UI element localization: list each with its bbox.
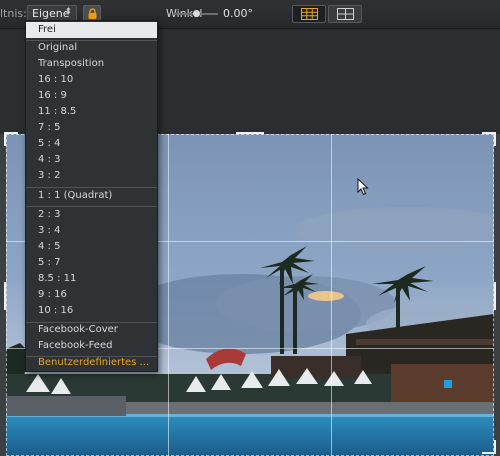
lock-icon <box>88 8 97 19</box>
menu-item-3-4[interactable]: 3 : 4 <box>26 223 157 239</box>
menu-item-frei[interactable]: Frei <box>26 22 157 38</box>
menu-item-16-9[interactable]: 16 : 9 <box>26 88 157 104</box>
menu-item-11-8-5[interactable]: 11 : 8.5 <box>26 104 157 120</box>
angle-slider-knob[interactable] <box>193 10 200 17</box>
crop-handle-tl-v[interactable] <box>4 132 6 146</box>
crop-handle-left[interactable] <box>4 282 6 310</box>
menu-item-8-5-11[interactable]: 8.5 : 11 <box>26 271 157 287</box>
menu-item-9-16[interactable]: 9 : 16 <box>26 287 157 303</box>
crop-handle-right[interactable] <box>494 282 496 310</box>
menu-item-5-4[interactable]: 5 : 4 <box>26 136 157 152</box>
aspect-ratio-menu: Frei Original Transposition 16 : 10 16 :… <box>25 20 158 372</box>
quarter-grid-button[interactable] <box>328 5 362 23</box>
menu-item-4-3[interactable]: 4 : 3 <box>26 152 157 168</box>
menu-item-transposition[interactable]: Transposition <box>26 56 157 72</box>
angle-value: 0.00° <box>223 7 253 20</box>
grid-thirds-icon <box>301 8 318 20</box>
menu-item-custom[interactable]: Benutzerdefiniertes ... <box>26 355 157 371</box>
chevron-updown-icon: ⬍ <box>64 7 72 17</box>
menu-item-facebook-feed[interactable]: Facebook-Feed <box>26 338 157 354</box>
menu-item-1-1[interactable]: 1 : 1 (Quadrat) <box>26 188 157 204</box>
menu-item-5-7[interactable]: 5 : 7 <box>26 255 157 271</box>
grid-quarters-icon <box>337 8 354 20</box>
menu-item-16-10[interactable]: 16 : 10 <box>26 72 157 88</box>
crop-handle-br[interactable] <box>482 452 496 454</box>
menu-item-3-2[interactable]: 3 : 2 <box>26 168 157 184</box>
ratio-label: ltnis: <box>0 7 27 20</box>
menu-item-10-16[interactable]: 10 : 16 <box>26 303 157 319</box>
menu-item-4-5[interactable]: 4 : 5 <box>26 239 157 255</box>
menu-item-original[interactable]: Original <box>26 40 157 56</box>
menu-item-7-5[interactable]: 7 : 5 <box>26 120 157 136</box>
crop-handle-top[interactable] <box>236 132 264 134</box>
menu-item-facebook-cover[interactable]: Facebook-Cover <box>26 322 157 338</box>
menu-item-2-3[interactable]: 2 : 3 <box>26 207 157 223</box>
thirds-grid-button[interactable] <box>292 5 326 23</box>
crop-handle-tr-v[interactable] <box>494 132 496 146</box>
mouse-pointer-icon <box>357 178 369 196</box>
crop-handle-tl[interactable] <box>4 132 18 134</box>
